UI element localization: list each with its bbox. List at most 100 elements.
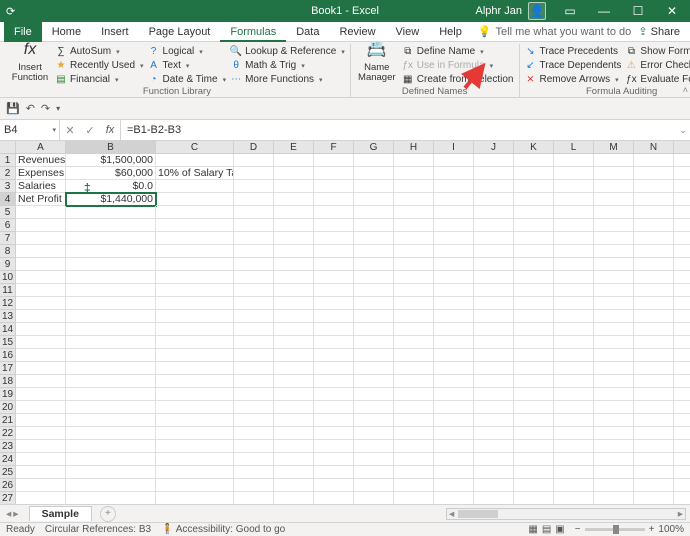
name-manager-button[interactable]: 📇 Name Manager [356, 45, 398, 83]
cell-O20[interactable] [674, 401, 690, 414]
cell-A27[interactable] [16, 492, 66, 504]
cell-B13[interactable] [66, 310, 156, 323]
cell-J11[interactable] [474, 284, 514, 297]
cell-F15[interactable] [314, 336, 354, 349]
cell-F24[interactable] [314, 453, 354, 466]
cell-B4[interactable]: $1,440,000 [66, 193, 156, 206]
cell-M24[interactable] [594, 453, 634, 466]
tab-review[interactable]: Review [329, 22, 385, 42]
cell-F22[interactable] [314, 427, 354, 440]
cell-J20[interactable] [474, 401, 514, 414]
row-header-1[interactable]: 1 [0, 154, 16, 167]
ribbon-options-button[interactable]: ▭ [554, 0, 586, 22]
column-header-L[interactable]: L [554, 141, 594, 154]
cell-O14[interactable] [674, 323, 690, 336]
cell-G3[interactable] [354, 180, 394, 193]
cell-E3[interactable] [274, 180, 314, 193]
cell-G9[interactable] [354, 258, 394, 271]
row-header-14[interactable]: 14 [0, 323, 16, 336]
column-header-F[interactable]: F [314, 141, 354, 154]
cell-D5[interactable] [234, 206, 274, 219]
cell-L16[interactable] [554, 349, 594, 362]
cell-H17[interactable] [394, 362, 434, 375]
cell-B11[interactable] [66, 284, 156, 297]
cell-E21[interactable] [274, 414, 314, 427]
cell-A2[interactable]: Expenses [16, 167, 66, 180]
cell-H20[interactable] [394, 401, 434, 414]
cell-M21[interactable] [594, 414, 634, 427]
cell-E14[interactable] [274, 323, 314, 336]
cell-E22[interactable] [274, 427, 314, 440]
cell-E4[interactable] [274, 193, 314, 206]
cell-C16[interactable] [156, 349, 234, 362]
row-header-10[interactable]: 10 [0, 271, 16, 284]
cell-J14[interactable] [474, 323, 514, 336]
cell-L13[interactable] [554, 310, 594, 323]
cell-G22[interactable] [354, 427, 394, 440]
cell-J25[interactable] [474, 466, 514, 479]
cell-O10[interactable] [674, 271, 690, 284]
tab-view[interactable]: View [386, 22, 430, 42]
cell-B6[interactable] [66, 219, 156, 232]
show-formulas-button[interactable]: ⧉Show Formulas [625, 45, 690, 58]
cell-A12[interactable] [16, 297, 66, 310]
error-checking-button[interactable]: ⚠Error Checking▾ [625, 59, 690, 72]
cell-A20[interactable] [16, 401, 66, 414]
cell-D25[interactable] [234, 466, 274, 479]
sheet-prev-button[interactable]: ◂ [6, 508, 11, 520]
cell-D23[interactable] [234, 440, 274, 453]
cell-H24[interactable] [394, 453, 434, 466]
column-header-D[interactable]: D [234, 141, 274, 154]
cell-D19[interactable] [234, 388, 274, 401]
cell-F8[interactable] [314, 245, 354, 258]
cell-B18[interactable] [66, 375, 156, 388]
remove-arrows-button[interactable]: ⨯Remove Arrows▾ [525, 73, 622, 86]
cell-K18[interactable] [514, 375, 554, 388]
cell-K16[interactable] [514, 349, 554, 362]
cell-A4[interactable]: Net Profit [16, 193, 66, 206]
cell-M16[interactable] [594, 349, 634, 362]
user-avatar-icon[interactable]: 👤 [528, 2, 546, 20]
cell-M27[interactable] [594, 492, 634, 504]
spreadsheet-grid[interactable]: ABCDEFGHIJKLMNO1Revenues$1,500,0002Expen… [0, 141, 690, 504]
cell-K13[interactable] [514, 310, 554, 323]
cell-B27[interactable] [66, 492, 156, 504]
cell-H25[interactable] [394, 466, 434, 479]
row-header-8[interactable]: 8 [0, 245, 16, 258]
cell-A3[interactable]: Salaries [16, 180, 66, 193]
cell-J8[interactable] [474, 245, 514, 258]
cell-I13[interactable] [434, 310, 474, 323]
cell-K19[interactable] [514, 388, 554, 401]
row-header-11[interactable]: 11 [0, 284, 16, 297]
cell-K1[interactable] [514, 154, 554, 167]
tab-page-layout[interactable]: Page Layout [139, 22, 221, 42]
row-header-7[interactable]: 7 [0, 232, 16, 245]
horizontal-scrollbar-thumb[interactable] [458, 510, 498, 518]
cell-I9[interactable] [434, 258, 474, 271]
cell-E1[interactable] [274, 154, 314, 167]
cell-K20[interactable] [514, 401, 554, 414]
cell-F6[interactable] [314, 219, 354, 232]
cell-I11[interactable] [434, 284, 474, 297]
expand-formula-bar-button[interactable]: ⌄ [676, 120, 690, 140]
date-time-button[interactable]: ◔Date & Time▾ [148, 73, 227, 86]
cell-A19[interactable] [16, 388, 66, 401]
cell-B8[interactable] [66, 245, 156, 258]
cell-D7[interactable] [234, 232, 274, 245]
cell-J12[interactable] [474, 297, 514, 310]
cell-I6[interactable] [434, 219, 474, 232]
cell-N11[interactable] [634, 284, 674, 297]
cell-A23[interactable] [16, 440, 66, 453]
cell-N21[interactable] [634, 414, 674, 427]
cell-F5[interactable] [314, 206, 354, 219]
cell-F21[interactable] [314, 414, 354, 427]
cell-H19[interactable] [394, 388, 434, 401]
cell-C11[interactable] [156, 284, 234, 297]
cell-F23[interactable] [314, 440, 354, 453]
cell-N10[interactable] [634, 271, 674, 284]
cell-C2[interactable]: 10% of Salary Tax [156, 167, 234, 180]
cell-M5[interactable] [594, 206, 634, 219]
cell-I14[interactable] [434, 323, 474, 336]
cell-D4[interactable] [234, 193, 274, 206]
column-header-N[interactable]: N [634, 141, 674, 154]
